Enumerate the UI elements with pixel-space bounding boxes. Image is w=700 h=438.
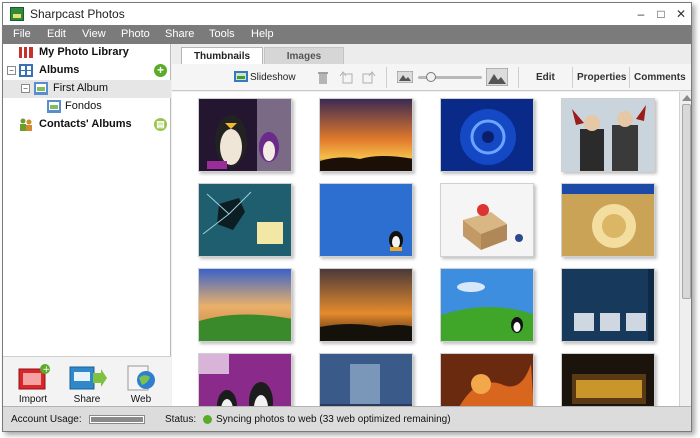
account-usage-label: Account Usage: — [11, 414, 82, 425]
svg-text:+: + — [43, 365, 51, 375]
comments-button[interactable]: Comments — [634, 72, 686, 83]
thumb-fantasy-scene[interactable] — [319, 353, 413, 406]
menu-tools[interactable]: Tools — [209, 28, 235, 40]
window-title: Sharpcast Photos — [30, 7, 125, 21]
thumb-blue-desktop[interactable] — [319, 183, 413, 257]
import-icon: + — [18, 364, 51, 390]
scrollbar-thumb[interactable] — [682, 104, 691, 299]
toolbar-separator — [629, 67, 630, 88]
share-label: Share — [73, 394, 101, 405]
toolbar-separator — [518, 67, 519, 88]
tree-item-photo-library[interactable]: My Photo Library — [3, 44, 171, 62]
status-label: Status: — [165, 414, 197, 425]
library-label: My Photo Library — [39, 46, 129, 58]
tree-item-fondos[interactable]: Fondos — [3, 98, 171, 116]
collapse-albums-icon[interactable]: − — [7, 66, 16, 75]
tab-strip: Thumbnails Images — [172, 44, 691, 64]
thumb-blue-swirl[interactable] — [440, 98, 534, 172]
main-panel: Thumbnails Images Slideshow Edit Propert… — [172, 44, 691, 406]
rotate-right-icon[interactable] — [362, 70, 376, 84]
toolbar: Slideshow Edit Properties Comments — [172, 64, 691, 91]
toolbar-separator — [572, 67, 573, 88]
zoom-slider-handle[interactable] — [426, 72, 437, 82]
thumb-softonic-gold[interactable] — [561, 183, 655, 257]
close-icon[interactable]: ✕ — [673, 6, 689, 22]
menu-file[interactable]: File — [13, 28, 31, 40]
menu-edit[interactable]: Edit — [47, 28, 66, 40]
import-button[interactable]: + Import — [9, 361, 57, 405]
fondos-label: Fondos — [65, 100, 102, 112]
share-button[interactable]: Share — [63, 361, 111, 405]
small-thumbnail-icon[interactable] — [397, 71, 413, 83]
thumb-green-hill-sky[interactable] — [198, 268, 292, 342]
thumb-sunset-orange[interactable] — [319, 98, 413, 172]
maximize-icon[interactable]: □ — [653, 6, 669, 22]
sync-status-icon — [203, 415, 212, 424]
contacts-action-icon[interactable]: ▤ — [154, 118, 167, 131]
photo-library-icon — [19, 47, 33, 58]
minimize-icon[interactable]: – — [633, 6, 649, 22]
thumb-softonic-gift[interactable] — [440, 183, 534, 257]
thumb-warcraft[interactable] — [561, 353, 655, 406]
contacts-label: Contacts' Albums — [39, 118, 132, 130]
vertical-scrollbar[interactable] — [679, 92, 691, 406]
first-album-label: First Album — [53, 82, 109, 94]
menu-bar: File Edit View Photo Share Tools Help — [3, 25, 691, 44]
album-folder-icon — [34, 82, 48, 95]
slideshow-label: Slideshow — [250, 72, 296, 83]
tree-item-contacts-albums[interactable]: Contacts' Albums ▤ — [3, 116, 171, 134]
app-window: Sharpcast Photos – □ ✕ File Edit View Ph… — [2, 2, 692, 432]
albums-icon — [19, 64, 33, 77]
albums-label: Albums — [39, 64, 80, 76]
menu-help[interactable]: Help — [251, 28, 274, 40]
rotate-left-icon[interactable] — [339, 70, 353, 84]
thumb-dusk-landscape[interactable] — [319, 268, 413, 342]
trash-icon[interactable] — [317, 70, 329, 84]
thumb-fire-creature[interactable] — [440, 353, 534, 406]
import-label: Import — [18, 394, 48, 405]
menu-view[interactable]: View — [82, 28, 106, 40]
large-thumbnail-icon[interactable] — [486, 68, 508, 86]
slideshow-icon — [234, 71, 248, 82]
properties-button[interactable]: Properties — [577, 72, 626, 83]
toolbar-separator — [386, 67, 387, 88]
add-album-icon[interactable]: + — [154, 64, 167, 77]
web-globe-icon — [127, 365, 155, 391]
web-label: Web — [130, 394, 152, 405]
sidebar: My Photo Library − Albums + − First Albu… — [3, 44, 171, 406]
thumb-bliss-hill[interactable] — [440, 268, 534, 342]
collapse-first-album-icon[interactable]: − — [21, 84, 30, 93]
edit-button[interactable]: Edit — [536, 72, 555, 83]
thumb-penguin-cartoon[interactable] — [198, 98, 292, 172]
menu-share[interactable]: Share — [165, 28, 194, 40]
menu-photo[interactable]: Photo — [121, 28, 150, 40]
thumb-anime-characters[interactable] — [561, 98, 655, 172]
tree-item-albums[interactable]: − Albums + — [3, 62, 171, 80]
tab-thumbnails[interactable]: Thumbnails — [181, 47, 263, 64]
contacts-icon — [20, 118, 32, 131]
app-logo-icon — [10, 7, 24, 21]
account-usage-fill — [91, 417, 143, 422]
thumb-broken-screen[interactable] — [198, 183, 292, 257]
thumb-dark-desktop[interactable] — [561, 268, 655, 342]
status-message: Syncing photos to web (33 web optimized … — [216, 414, 451, 425]
album-folder-icon — [47, 100, 61, 113]
tab-images[interactable]: Images — [264, 47, 344, 64]
scroll-up-arrow-icon[interactable] — [682, 95, 691, 101]
thumb-purple-penguins[interactable] — [198, 353, 292, 406]
share-icon — [69, 366, 107, 390]
account-usage-meter — [89, 415, 145, 424]
sidebar-actions: + Import Share Web — [3, 356, 171, 406]
tree-item-first-album[interactable]: − First Album — [3, 80, 171, 98]
zoom-slider[interactable] — [418, 72, 482, 82]
title-bar: Sharpcast Photos – □ ✕ — [3, 3, 691, 25]
slideshow-button[interactable]: Slideshow — [232, 67, 296, 88]
thumbnail-grid — [172, 92, 679, 406]
status-bar: Account Usage: Status: Syncing photos to… — [3, 406, 691, 431]
web-button[interactable]: Web — [117, 361, 165, 405]
